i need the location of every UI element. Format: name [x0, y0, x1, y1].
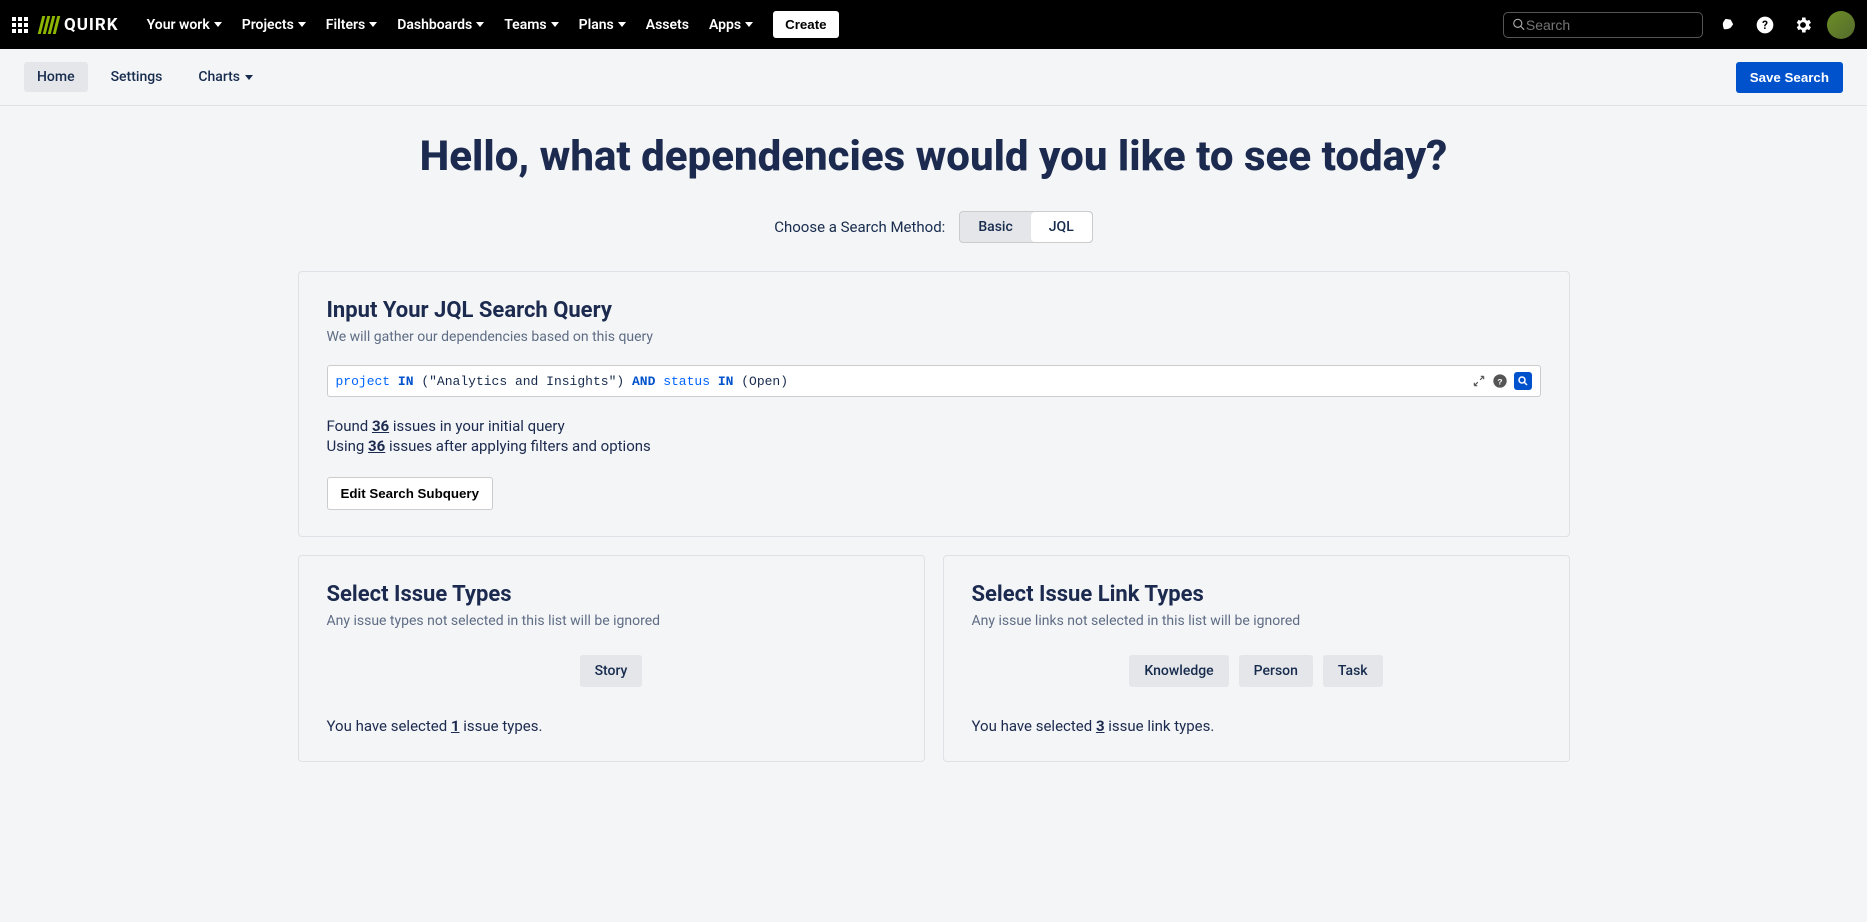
- link-types-panel: Select Issue Link Types Any issue links …: [943, 555, 1570, 762]
- jql-subtitle: We will gather our dependencies based on…: [327, 329, 1541, 345]
- link-type-chip-task[interactable]: Task: [1323, 655, 1383, 687]
- link-type-chip-person[interactable]: Person: [1239, 655, 1313, 687]
- nav-item-teams[interactable]: Teams: [494, 11, 568, 39]
- found-status: Found 36 issues in your initial query: [327, 417, 1541, 435]
- product-logo[interactable]: QUIRK: [40, 15, 119, 35]
- subtab-settings[interactable]: Settings: [98, 62, 176, 92]
- link-types-chips: Knowledge Person Task: [972, 655, 1541, 687]
- nav-item-assets[interactable]: Assets: [636, 11, 699, 39]
- subtab-home[interactable]: Home: [24, 62, 88, 92]
- search-method-row: Choose a Search Method: BasicJQL: [298, 211, 1570, 243]
- help-icon[interactable]: ?: [1751, 11, 1779, 39]
- svg-text:?: ?: [1497, 377, 1502, 387]
- svg-text:?: ?: [1762, 18, 1768, 32]
- chevron-down-icon: [369, 22, 377, 27]
- link-type-chip-knowledge[interactable]: Knowledge: [1129, 655, 1228, 687]
- run-search-icon[interactable]: [1514, 372, 1532, 390]
- jql-query-text: project IN ("Analytics and Insights") AN…: [336, 374, 1466, 389]
- edit-subquery-button[interactable]: Edit Search Subquery: [327, 477, 494, 510]
- method-option-basic[interactable]: Basic: [960, 212, 1030, 242]
- jql-title: Input Your JQL Search Query: [327, 298, 1541, 323]
- notifications-icon[interactable]: [1713, 11, 1741, 39]
- top-nav: QUIRK Your workProjectsFiltersDashboards…: [0, 0, 1867, 49]
- nav-item-plans[interactable]: Plans: [569, 11, 636, 39]
- nav-item-dashboards[interactable]: Dashboards: [387, 11, 494, 39]
- nav-item-projects[interactable]: Projects: [232, 11, 316, 39]
- settings-icon[interactable]: [1789, 11, 1817, 39]
- app-switcher-icon[interactable]: [12, 17, 28, 33]
- chevron-down-icon: [551, 22, 559, 27]
- issue-types-count: You have selected 1 issue types.: [327, 717, 896, 735]
- save-search-button[interactable]: Save Search: [1736, 62, 1843, 93]
- search-input[interactable]: [1526, 17, 1694, 33]
- chevron-down-icon: [618, 22, 626, 27]
- issue-types-sub: Any issue types not selected in this lis…: [327, 613, 896, 629]
- top-nav-right: ?: [1503, 11, 1855, 39]
- issue-types-panel: Select Issue Types Any issue types not s…: [298, 555, 925, 762]
- expand-icon[interactable]: [1472, 374, 1486, 388]
- subtab-charts[interactable]: Charts: [185, 62, 266, 92]
- search-icon: [1512, 17, 1526, 32]
- search-method-toggle: BasicJQL: [959, 211, 1092, 243]
- jql-help-icon[interactable]: ?: [1492, 373, 1508, 389]
- issue-type-chip-story[interactable]: Story: [580, 655, 643, 687]
- chevron-down-icon: [745, 22, 753, 27]
- link-types-count: You have selected 3 issue link types.: [972, 717, 1541, 735]
- chevron-down-icon: [214, 22, 222, 27]
- create-button[interactable]: Create: [773, 11, 839, 38]
- logo-bars-icon: [40, 16, 58, 34]
- top-nav-left: QUIRK Your workProjectsFiltersDashboards…: [12, 11, 839, 39]
- main-content: Hello, what dependencies would you like …: [274, 106, 1594, 802]
- method-option-jql[interactable]: JQL: [1031, 212, 1092, 242]
- nav-item-your-work[interactable]: Your work: [137, 11, 232, 39]
- using-status: Using 36 issues after applying filters a…: [327, 437, 1541, 455]
- issue-types-title: Select Issue Types: [327, 582, 896, 607]
- link-types-sub: Any issue links not selected in this lis…: [972, 613, 1541, 629]
- search-method-label: Choose a Search Method:: [774, 218, 945, 236]
- nav-item-apps[interactable]: Apps: [699, 11, 763, 39]
- user-avatar[interactable]: [1827, 11, 1855, 39]
- sub-nav-tabs: Home Settings Charts: [24, 62, 266, 92]
- jql-panel: Input Your JQL Search Query We will gath…: [298, 271, 1570, 537]
- global-search[interactable]: [1503, 12, 1703, 38]
- chevron-down-icon: [298, 22, 306, 27]
- selector-columns: Select Issue Types Any issue types not s…: [298, 555, 1570, 762]
- issue-types-chips: Story: [327, 655, 896, 687]
- link-types-title: Select Issue Link Types: [972, 582, 1541, 607]
- hero-heading: Hello, what dependencies would you like …: [298, 132, 1570, 181]
- chevron-down-icon: [245, 75, 253, 80]
- jql-input-box[interactable]: project IN ("Analytics and Insights") AN…: [327, 365, 1541, 397]
- sub-nav: Home Settings Charts Save Search: [0, 49, 1867, 106]
- chevron-down-icon: [476, 22, 484, 27]
- logo-text: QUIRK: [64, 15, 119, 35]
- nav-item-filters[interactable]: Filters: [316, 11, 387, 39]
